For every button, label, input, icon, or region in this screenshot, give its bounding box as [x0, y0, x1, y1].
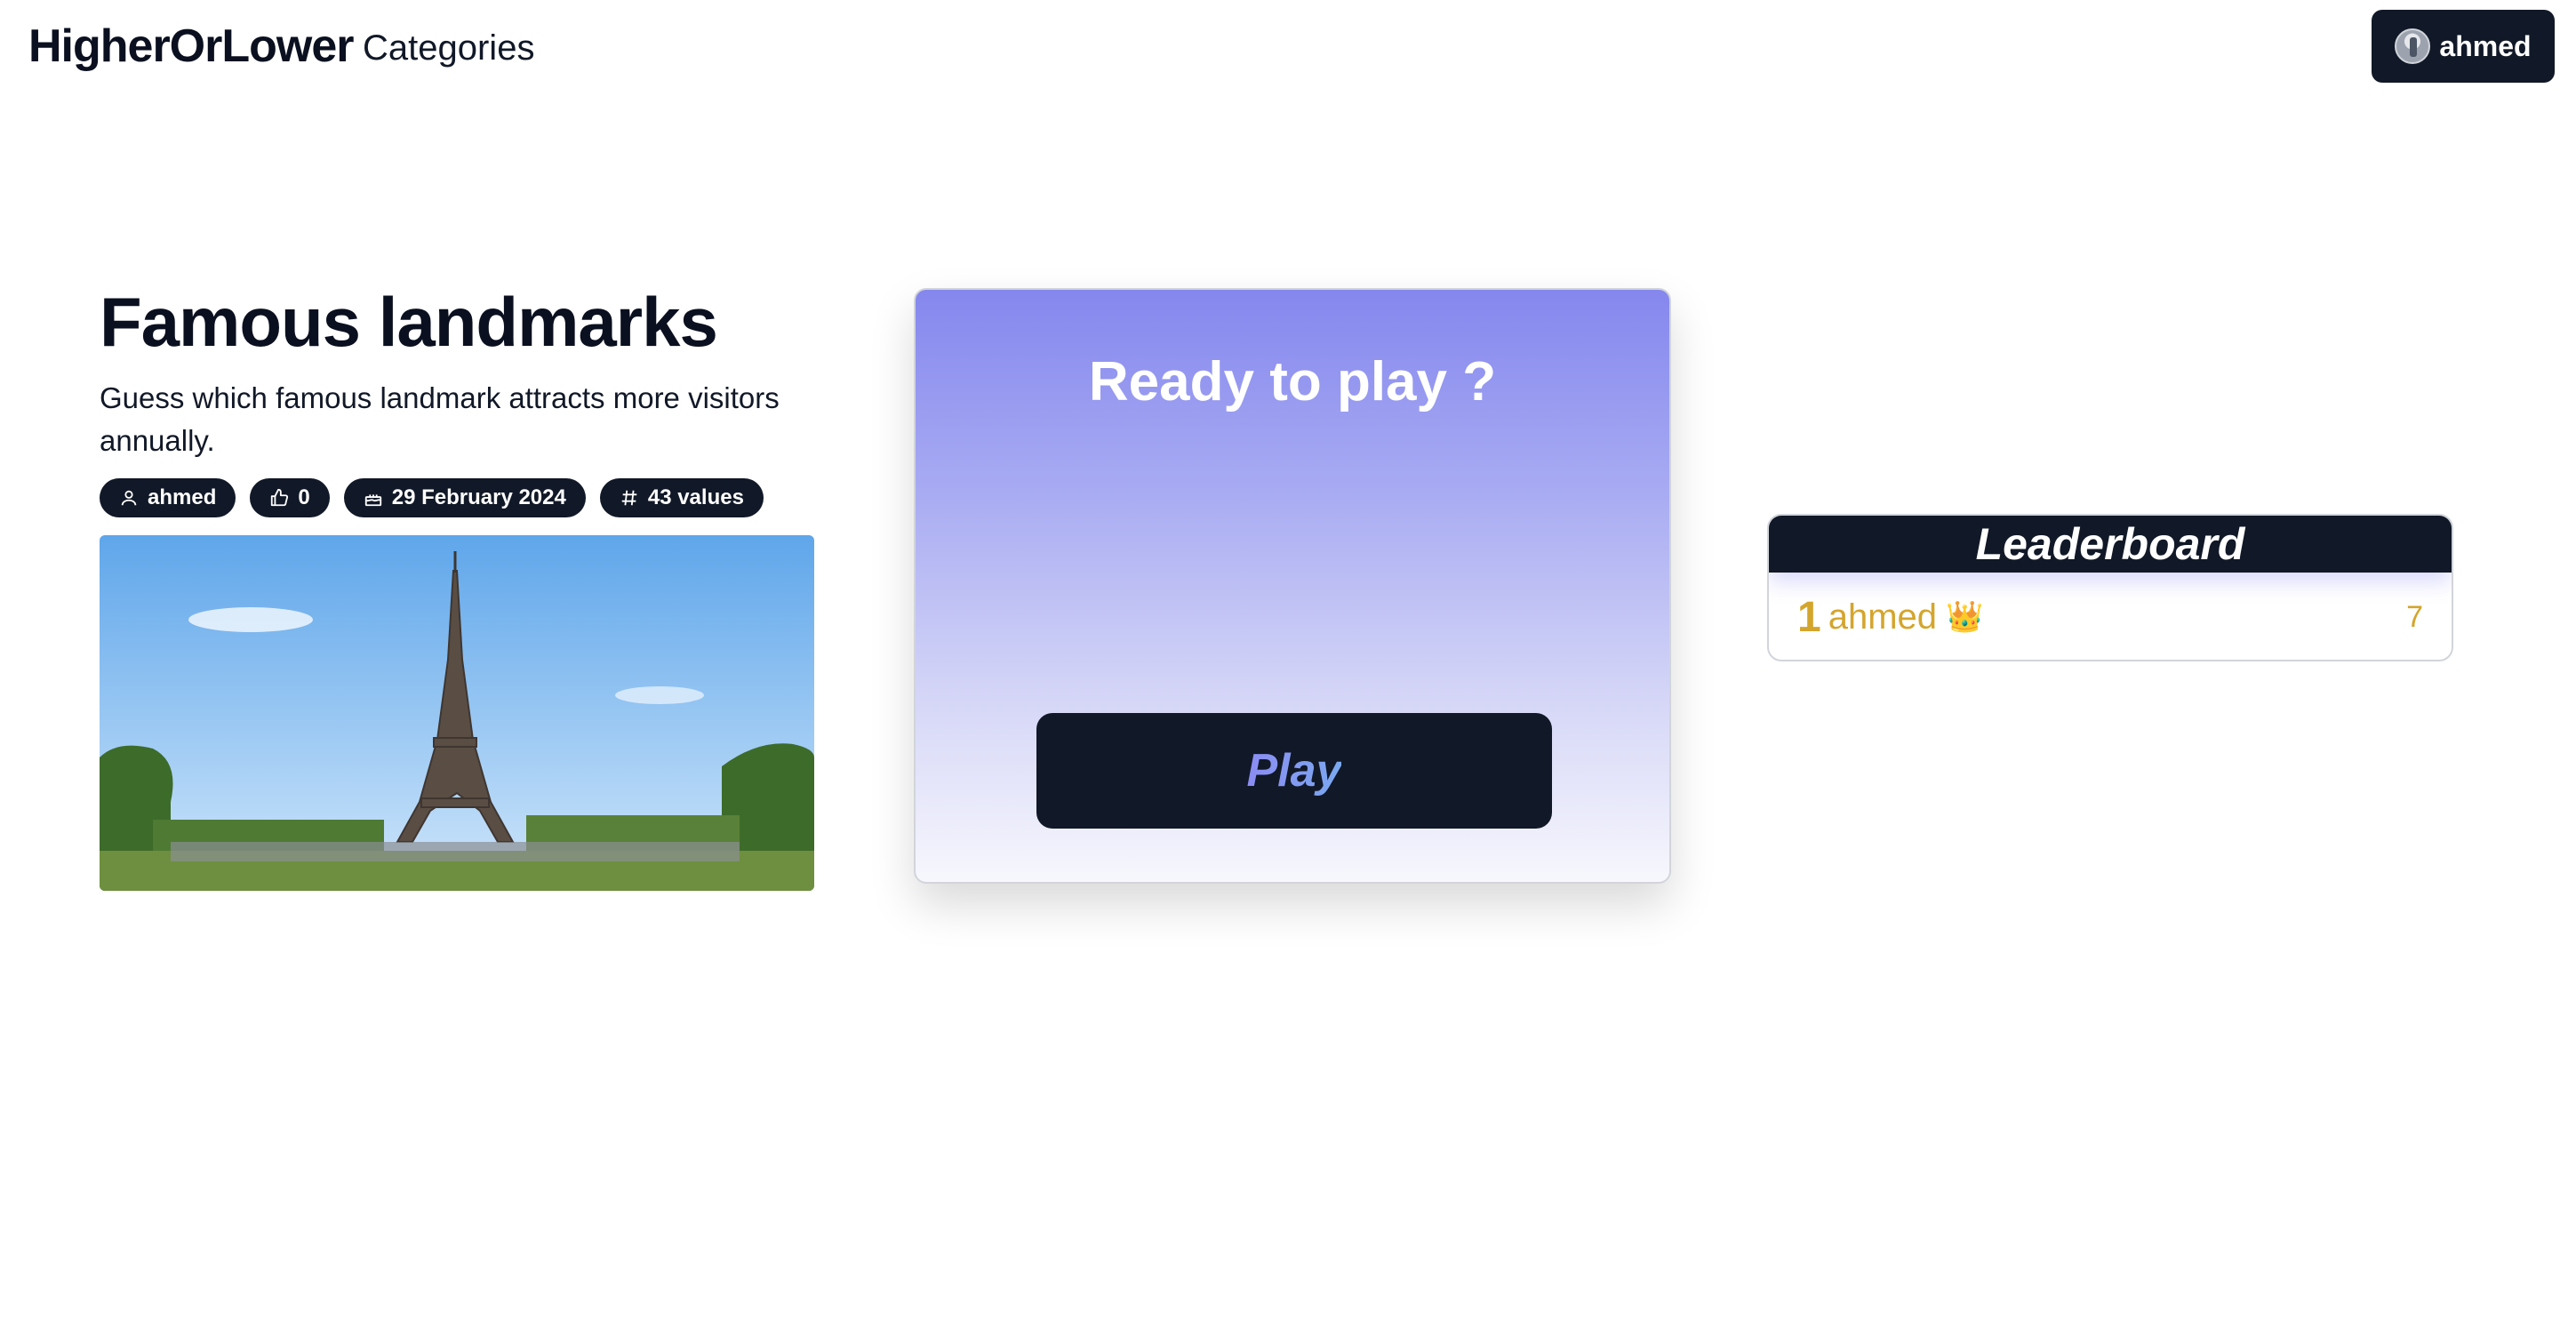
leaderboard-row: 1 ahmed 👑 7: [1769, 573, 2452, 660]
play-button[interactable]: Play: [1036, 713, 1552, 829]
created-date: 29 February 2024: [391, 485, 566, 509]
ready-title: Ready to play ?: [1088, 351, 1497, 413]
leaderboard-player-name: ahmed: [1828, 597, 1938, 637]
leaderboard-rank: 1: [1797, 593, 1821, 641]
category-description: Guess which famous landmark attracts mor…: [100, 381, 780, 457]
avatar: [2395, 28, 2431, 64]
leaderboard-score: 7: [2406, 599, 2423, 634]
eiffel-tower-photo: [100, 534, 814, 891]
author-badge[interactable]: ahmed: [100, 477, 236, 517]
top-navbar: HigherOrLower Categories ahmed: [0, 0, 2576, 98]
play-button-label: Play: [1246, 745, 1342, 797]
user-name: ahmed: [2439, 29, 2532, 62]
category-image: [100, 534, 814, 891]
leaderboard-title: Leaderboard: [1769, 516, 2452, 573]
likes-count: 0: [298, 485, 310, 509]
hash-icon: [621, 490, 637, 506]
brand-logo[interactable]: HigherOrLower: [28, 20, 354, 73]
leaderboard: Leaderboard 1 ahmed 👑 7: [1767, 514, 2453, 661]
play-card: Ready to play ? Play: [914, 288, 1671, 884]
author-name: ahmed: [148, 485, 217, 509]
category-badges: ahmed 0 29 February 2024 43 values: [100, 477, 828, 517]
cake-icon: [364, 494, 381, 506]
nav-categories-link[interactable]: Categories: [363, 28, 534, 68]
values-count: 43 values: [647, 485, 744, 509]
crown-icon: 👑: [1946, 600, 1984, 634]
thumbs-up-icon: [271, 488, 289, 506]
category-title: Famous landmarks: [100, 283, 718, 361]
user-icon: [121, 490, 137, 506]
user-menu-button[interactable]: ahmed: [2372, 10, 2555, 83]
date-badge: 29 February 2024: [343, 477, 586, 517]
likes-badge[interactable]: 0: [250, 477, 330, 517]
values-count-badge: 43 values: [599, 477, 764, 517]
category-info: Famous landmarks Guess which famous land…: [100, 284, 828, 891]
